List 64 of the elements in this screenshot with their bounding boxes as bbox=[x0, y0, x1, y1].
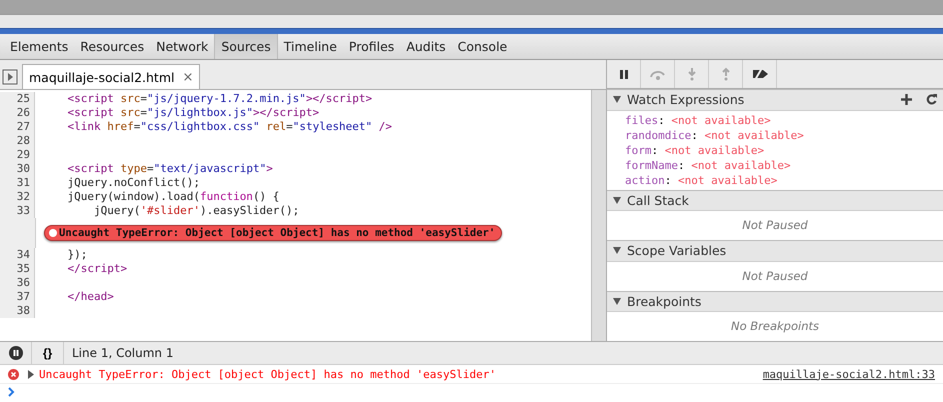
line-number: 35 bbox=[0, 262, 35, 276]
panel-tab[interactable]: Timeline bbox=[278, 34, 343, 59]
close-icon[interactable]: × bbox=[182, 70, 194, 84]
empty-message: No Breakpoints bbox=[730, 318, 820, 336]
watch-expression: randomdice: <not available> bbox=[624, 128, 805, 143]
panel-tab[interactable]: Audits bbox=[400, 34, 452, 59]
line-number: 33 bbox=[0, 204, 35, 218]
panel-tab[interactable]: Network bbox=[150, 34, 214, 59]
line-number: 34 bbox=[0, 248, 35, 262]
pretty-print-button[interactable]: {} bbox=[32, 342, 64, 364]
code-line: <script src="js/lightbox.js"></script> bbox=[66, 106, 320, 120]
expand-icon[interactable] bbox=[27, 370, 35, 378]
code-line: <link href="css/lightbox.css" rel="stylesheet" /> bbox=[66, 120, 392, 134]
up-arrow-icon bbox=[720, 67, 732, 82]
section-header[interactable]: Scope Variables bbox=[607, 240, 943, 262]
section-header[interactable]: Call Stack bbox=[607, 190, 943, 212]
horizontal-scrollbar[interactable] bbox=[0, 14, 943, 28]
line-number: 31 bbox=[0, 176, 35, 190]
line-number: 37 bbox=[0, 290, 35, 304]
cursor-position: Line 1, Column 1 bbox=[71, 346, 174, 360]
source-link[interactable]: maquillaje-social2.html:33 bbox=[762, 368, 935, 380]
error-message: Uncaught TypeError: Object [object Object] has no method 'easySlider' bbox=[59, 227, 496, 239]
file-name: maquillaje-social2.html bbox=[29, 70, 174, 84]
code-line: </script> bbox=[66, 262, 128, 276]
sidebar-toggle-icon[interactable] bbox=[2, 69, 18, 85]
empty-message: Not Paused bbox=[741, 268, 809, 285]
watch-expression: files: <not available> bbox=[624, 112, 772, 128]
code-line: </head> bbox=[66, 290, 114, 304]
console-message: Uncaught TypeError: Object [object Object] has no method 'easySlider' bbox=[39, 368, 497, 380]
watch-expression: form: <not available> bbox=[624, 142, 766, 158]
code-line: jQuery('#slider').easySlider(); bbox=[92, 204, 300, 218]
refresh-icon[interactable] bbox=[926, 94, 937, 106]
line-number: 30 bbox=[0, 162, 35, 176]
line-number: 26 bbox=[0, 106, 35, 120]
line-number: 36 bbox=[0, 276, 35, 290]
line-number: 25 bbox=[0, 92, 35, 106]
curved-arrow-icon bbox=[648, 68, 668, 80]
panel-tab[interactable]: Profiles bbox=[342, 34, 400, 59]
watch-expression: action: <not available> bbox=[624, 172, 778, 188]
prompt-icon[interactable] bbox=[8, 387, 16, 397]
code-line: <script type="text/javascript"> bbox=[66, 162, 273, 176]
vertical-scrollbar[interactable] bbox=[591, 90, 606, 341]
file-tab[interactable]: maquillaje-social2.html × bbox=[22, 64, 200, 89]
watch-expression: formName: <not available> bbox=[624, 158, 792, 173]
section-header[interactable]: Breakpoints bbox=[607, 290, 943, 312]
line-number: 28 bbox=[0, 134, 35, 148]
code-line: jQuery(window).load(function() { bbox=[66, 190, 280, 204]
line-number: 29 bbox=[0, 148, 35, 162]
code-line: jQuery.noConflict(); bbox=[66, 176, 200, 190]
panel-tab[interactable]: Elements bbox=[4, 34, 74, 59]
code-line: }); bbox=[66, 248, 88, 262]
panel-tab[interactable]: Resources bbox=[74, 34, 150, 59]
pause-icon bbox=[8, 346, 22, 360]
down-arrow-icon bbox=[686, 67, 698, 82]
line-number: 38 bbox=[0, 304, 35, 318]
add-icon[interactable] bbox=[901, 94, 912, 106]
empty-message: Not Paused bbox=[741, 217, 809, 234]
panel-tab[interactable]: Sources bbox=[214, 34, 278, 59]
line-number: 27 bbox=[0, 120, 35, 134]
pause-icon bbox=[618, 68, 630, 80]
panel-tab[interactable]: Console bbox=[452, 34, 514, 59]
section-header[interactable]: Watch Expressions bbox=[607, 89, 943, 111]
line-number: 32 bbox=[0, 190, 35, 204]
code-line: <script src="js/jquery-1.7.2.min.js"></script> bbox=[66, 92, 372, 106]
